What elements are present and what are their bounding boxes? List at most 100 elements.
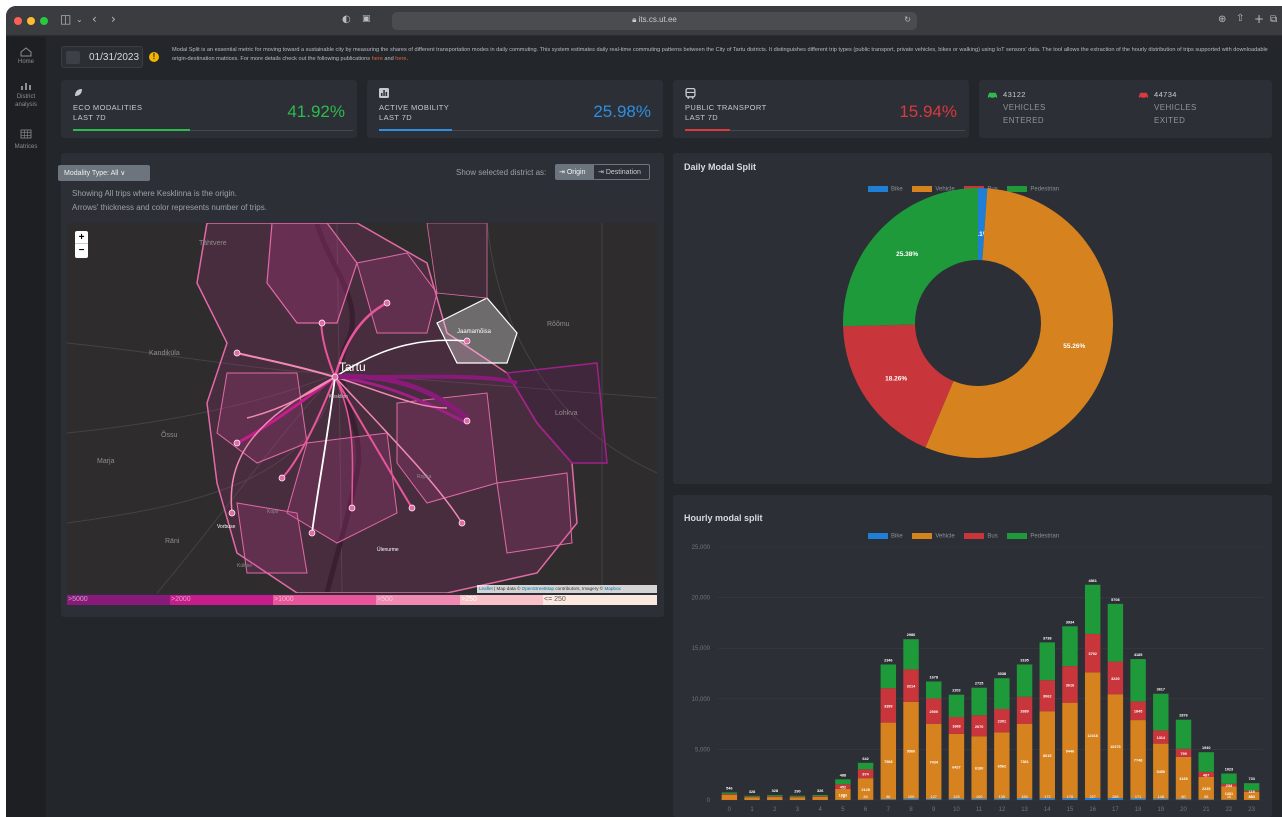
tabs-overview-icon[interactable]: ⧉ <box>1270 14 1277 25</box>
download-icon[interactable]: ⊕ <box>1218 14 1226 25</box>
minimize-window-button[interactable] <box>27 17 35 25</box>
bar-segment-bike[interactable] <box>926 798 942 800</box>
browser-toolbar: ◫ ⌄ ‹ › ◐ ▣ 🔒︎ its.cs.ut.ee ↻ ⊕ ⇧ + ⧉ <box>6 6 1282 36</box>
bar-segment-pedestrian[interactable] <box>744 795 760 797</box>
chevron-down-icon[interactable]: ⌄ <box>76 15 83 24</box>
logout-icon: ⇥ <box>598 169 604 176</box>
bar-segment-pedestrian[interactable] <box>880 664 897 689</box>
bar-segment-vehicle[interactable] <box>789 797 806 800</box>
bar-data-label: 3792 <box>1088 652 1096 656</box>
zoom-out-button[interactable]: − <box>75 244 88 257</box>
bar-segment-pedestrian[interactable] <box>1221 773 1237 784</box>
bar-segment-pedestrian[interactable] <box>994 678 1010 709</box>
info-icon[interactable]: ! <box>149 52 159 62</box>
bar-segment-bus[interactable] <box>721 793 738 795</box>
bar-segment-bus[interactable] <box>789 796 806 798</box>
bar-segment-bike[interactable] <box>1198 799 1214 800</box>
bar-segment-pedestrian[interactable] <box>721 792 738 794</box>
zoom-in-button[interactable]: + <box>75 231 88 244</box>
bar-segment-vehicle[interactable] <box>721 794 738 800</box>
publication-link-2[interactable]: here <box>395 56 406 62</box>
new-tab-icon[interactable]: + <box>1254 12 1264 26</box>
bar-data-label: 7434 <box>930 760 939 764</box>
bar-segment-bike[interactable] <box>948 798 965 800</box>
kpi-period: LAST 7D <box>685 113 719 122</box>
share-icon[interactable]: ⇧ <box>1236 13 1244 24</box>
bar-data-label: 4861 <box>1088 579 1096 583</box>
bar-data-label: 78 <box>841 795 845 799</box>
vehicles-exited-label: VEHICLES <box>1154 103 1197 112</box>
leaflet-link[interactable]: Leaflet <box>479 586 493 591</box>
map-legend-bin: >250 <box>460 595 543 605</box>
bar-data-label: 148 <box>1158 795 1164 799</box>
x-tick-label: 20 <box>1180 807 1187 813</box>
bar-segment-bus[interactable] <box>744 796 760 798</box>
bar-segment-vehicle[interactable] <box>744 797 760 800</box>
bar-segment-pedestrian[interactable] <box>903 639 919 670</box>
bar-segment-bike[interactable] <box>1175 799 1192 800</box>
bar-segment-pedestrian[interactable] <box>1130 659 1146 702</box>
bar-segment-pedestrian[interactable] <box>926 681 942 699</box>
bar-segment-pedestrian[interactable] <box>789 795 806 797</box>
sidebar-item-district-analysis[interactable]: District analysis <box>6 81 46 109</box>
destination-toggle-button[interactable]: ⇥ Destination <box>593 164 650 180</box>
reload-icon[interactable]: ↻ <box>904 15 911 24</box>
shield-icon[interactable]: ◐ <box>342 14 351 25</box>
bar-segment-pedestrian[interactable] <box>1039 642 1055 681</box>
bar-segment-pedestrian[interactable] <box>1107 603 1124 662</box>
x-tick-label: 8 <box>909 807 913 813</box>
bar-segment-pedestrian[interactable] <box>948 694 965 717</box>
x-tick-label: 9 <box>932 807 936 813</box>
bar-data-label: 1678 <box>930 675 938 679</box>
bar-segment-bus[interactable] <box>767 796 783 798</box>
bar-data-label: 1940 <box>1202 746 1210 750</box>
bar-segment-pedestrian[interactable] <box>1198 752 1214 772</box>
kpi-active-mobility: ACTIVE MOBILITY LAST 7D 25.98% <box>367 80 663 138</box>
bar-segment-vehicle[interactable] <box>767 797 783 800</box>
browser-window: ◫ ⌄ ‹ › ◐ ▣ 🔒︎ its.cs.ut.ee ↻ ⊕ ⇧ + ⧉ Ho… <box>6 6 1282 817</box>
sidebar-item-matrices[interactable]: Matrices <box>6 126 46 150</box>
bar-segment-pedestrian[interactable] <box>1175 719 1192 749</box>
bar-data-label: 2876 <box>1179 714 1187 718</box>
bar-data-label: 2128 <box>861 788 869 792</box>
reader-icon[interactable]: ▣ <box>362 14 371 24</box>
bar-segment-pedestrian[interactable] <box>1062 626 1078 667</box>
bar-segment-pedestrian[interactable] <box>767 795 783 797</box>
bar-segment-pedestrian[interactable] <box>1016 664 1033 697</box>
publication-link-1[interactable]: here <box>372 56 383 62</box>
donut-slice-label: 25.38% <box>896 251 918 258</box>
date-picker[interactable]: 01/31/2023 <box>61 46 143 68</box>
maximize-window-button[interactable] <box>40 17 48 25</box>
bar-segment-pedestrian[interactable] <box>857 762 874 770</box>
forward-icon[interactable]: › <box>111 12 116 26</box>
close-window-button[interactable] <box>14 17 22 25</box>
map-place-label: Ropka <box>417 474 432 480</box>
bar-data-label: 3195 <box>1020 658 1028 662</box>
sidebar-item-home[interactable]: Home <box>6 47 46 65</box>
vehicles-entered-label: VEHICLES <box>1003 103 1046 112</box>
osm-link[interactable]: OpenStreetMap <box>522 586 554 591</box>
bar-data-label: 86 <box>886 795 890 799</box>
bar-segment-bike[interactable] <box>880 799 897 800</box>
bar-segment-pedestrian[interactable] <box>835 779 851 785</box>
map-place-label: Rõõmu <box>547 321 570 328</box>
bar-segment-vehicle[interactable] <box>812 796 828 800</box>
od-flow-map[interactable]: Tartu Tähtvere Rõõmu Jaamamõisa Kandikül… <box>67 223 657 593</box>
bar-segment-pedestrian[interactable] <box>812 795 828 797</box>
modality-type-dropdown[interactable]: Modality Type: All ∨ <box>58 165 150 181</box>
bar-segment-pedestrian[interactable] <box>971 687 987 716</box>
map-zoom-control: + − <box>75 231 88 258</box>
bar-data-label: 2725 <box>975 682 983 686</box>
origin-toggle-button[interactable]: ⇥ Origin <box>555 164 593 180</box>
sidebar-toggle-icon[interactable]: ◫ <box>60 12 71 26</box>
bar-segment-pedestrian[interactable] <box>1153 693 1169 731</box>
mapbox-link[interactable]: Mapbox <box>604 586 620 591</box>
back-icon[interactable]: ‹ <box>92 12 97 26</box>
y-tick-label: 0 <box>707 798 711 804</box>
map-canvas[interactable]: Tartu Tähtvere Rõõmu Jaamamõisa Kandikül… <box>67 223 657 593</box>
bar-segment-bus[interactable] <box>812 796 828 797</box>
bar-segment-pedestrian[interactable] <box>1084 584 1101 634</box>
bar-data-label: 289 <box>1112 795 1118 799</box>
bar-segment-pedestrian[interactable] <box>1243 783 1260 791</box>
address-bar[interactable]: 🔒︎ its.cs.ut.ee ↻ <box>392 12 917 30</box>
